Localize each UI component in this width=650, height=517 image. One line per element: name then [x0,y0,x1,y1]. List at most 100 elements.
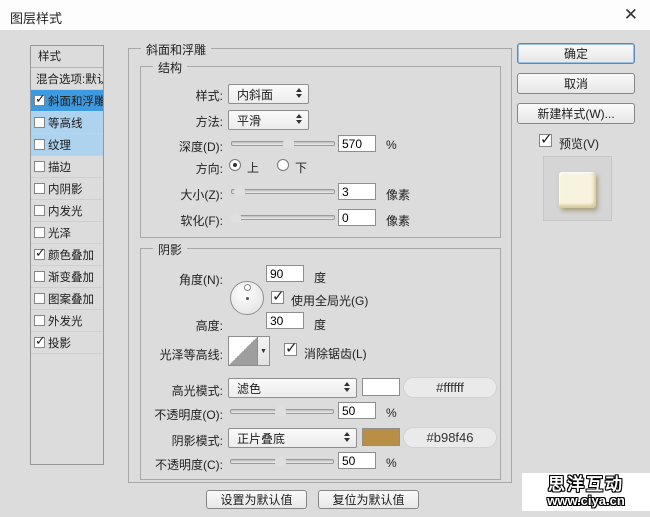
gloss-contour-dropdown-icon[interactable]: ▼ [258,336,270,366]
soften-slider[interactable] [231,215,335,220]
method-label: 方法: [128,113,223,130]
opacity-o-label: 不透明度(O): [128,406,223,423]
highlight-color-swatch[interactable] [362,378,400,396]
cancel-button[interactable]: 取消 [517,73,635,94]
soften-input[interactable] [338,209,376,226]
depth-input[interactable] [338,135,376,152]
direction-up-label: 上 [247,159,259,176]
sidebar-item-color-overlay[interactable]: 颜色叠加 [31,244,103,266]
highlight-color-tag: #ffffff [403,377,497,398]
depth-label: 深度(D): [128,138,223,155]
opacity-c-label: 不透明度(C): [128,456,223,473]
dialog-title: 图层样式 [10,8,62,27]
new-style-button[interactable]: 新建样式(W)... [517,103,635,124]
spinner-arrows-icon [344,382,350,392]
style-label: 样式: [128,87,223,104]
soften-unit: 像素 [386,212,410,229]
opacity-o-slider[interactable] [230,409,334,414]
sidebar-item-contour[interactable]: 等高线 [31,112,103,134]
checkbox[interactable] [34,95,45,106]
sidebar-item-blending-options[interactable]: 混合选项:默认 [31,68,103,90]
styles-list: 样式 混合选项:默认 斜面和浮雕 等高线 纹理 描边 内阴影 内发光 光泽 颜色… [30,45,104,465]
angle-input[interactable] [266,265,304,282]
checkbox[interactable] [34,271,45,282]
gloss-contour-thumbnail[interactable] [228,336,258,366]
opacity-o-input[interactable] [338,402,376,419]
preview-checkbox[interactable] [539,134,552,147]
reset-default-button[interactable]: 复位为默认值 [318,490,419,509]
global-light-checkbox[interactable] [271,291,284,304]
spinner-arrows-icon [344,432,350,442]
direction-down-label: 下 [295,159,307,176]
altitude-label: 高度: [128,317,223,334]
checkbox[interactable] [34,249,45,260]
checkbox[interactable] [34,117,45,128]
checkbox[interactable] [34,205,45,216]
highlight-mode-select[interactable]: 滤色 [228,378,357,398]
global-light-label: 使用全局光(G) [291,292,368,309]
style-select[interactable]: 内斜面 [228,84,309,104]
depth-unit: % [386,138,397,152]
sidebar-item-drop-shadow[interactable]: 投影 [31,332,103,354]
checkbox[interactable] [34,227,45,238]
size-label: 大小(Z): [128,186,223,203]
ok-button[interactable]: 确定 [517,43,635,64]
sidebar-item-stroke[interactable]: 描边 [31,156,103,178]
size-unit: 像素 [386,186,410,203]
sidebar-item-outer-glow[interactable]: 外发光 [31,310,103,332]
anti-alias-checkbox[interactable] [284,343,297,356]
anti-alias-label: 消除锯齿(L) [304,345,367,362]
sidebar-item-gradient-overlay[interactable]: 渐变叠加 [31,266,103,288]
opacity-o-unit: % [386,406,397,420]
checkbox[interactable] [34,337,45,348]
checkbox[interactable] [34,139,45,150]
sidebar-item-inner-glow[interactable]: 内发光 [31,200,103,222]
panel-title: 斜面和浮雕 [141,41,211,58]
sidebar-item-texture[interactable]: 纹理 [31,134,103,156]
styles-list-header: 样式 [31,46,103,68]
shadow-color-swatch[interactable] [362,428,400,446]
depth-slider[interactable] [231,141,335,146]
layer-style-dialog: 图层样式 ✕ 样式 混合选项:默认 斜面和浮雕 等高线 纹理 描边 内阴影 内发… [0,0,650,517]
altitude-input[interactable] [266,312,304,329]
gloss-contour-label: 光泽等高线: [128,346,223,363]
angle-label: 角度(N): [128,271,223,288]
direction-up-radio[interactable] [229,159,241,171]
structure-group-label: 结构 [153,59,187,76]
angle-unit: 度 [314,269,326,286]
size-slider[interactable] [231,189,335,194]
checkbox[interactable] [34,161,45,172]
preview-style-chip [559,172,596,208]
spinner-arrows-icon [296,88,302,98]
preview-thumbnail [543,156,612,221]
watermark-brand: 思洋互动 [548,476,624,494]
set-default-button[interactable]: 设置为默认值 [206,490,307,509]
opacity-c-unit: % [386,456,397,470]
shading-group-label: 阴影 [153,241,187,258]
sidebar-item-satin[interactable]: 光泽 [31,222,103,244]
checkbox[interactable] [34,293,45,304]
watermark-url: www.ciya.cn [547,494,625,508]
shadow-color-tag: #b98f46 [403,427,497,448]
title-bar: 图层样式 ✕ [0,0,650,30]
opacity-c-slider[interactable] [230,459,334,464]
highlight-mode-label: 高光模式: [128,382,223,399]
method-select[interactable]: 平滑 [228,110,309,130]
checkbox[interactable] [34,315,45,326]
opacity-c-input[interactable] [338,452,376,469]
shadow-mode-label: 阴影模式: [128,432,223,449]
close-icon[interactable]: ✕ [624,5,638,25]
soften-label: 软化(F): [128,212,223,229]
direction-down-radio[interactable] [277,159,289,171]
angle-dial[interactable] [230,281,264,315]
watermark: 思洋互动 www.ciya.cn [522,473,650,511]
direction-label: 方向: [128,160,223,177]
size-input[interactable] [338,183,376,200]
shadow-mode-select[interactable]: 正片叠底 [228,428,357,448]
sidebar-item-pattern-overlay[interactable]: 图案叠加 [31,288,103,310]
preview-label: 预览(V) [559,135,599,152]
checkbox[interactable] [34,183,45,194]
spinner-arrows-icon [296,114,302,124]
sidebar-item-inner-shadow[interactable]: 内阴影 [31,178,103,200]
sidebar-item-bevel-emboss[interactable]: 斜面和浮雕 [31,90,103,112]
